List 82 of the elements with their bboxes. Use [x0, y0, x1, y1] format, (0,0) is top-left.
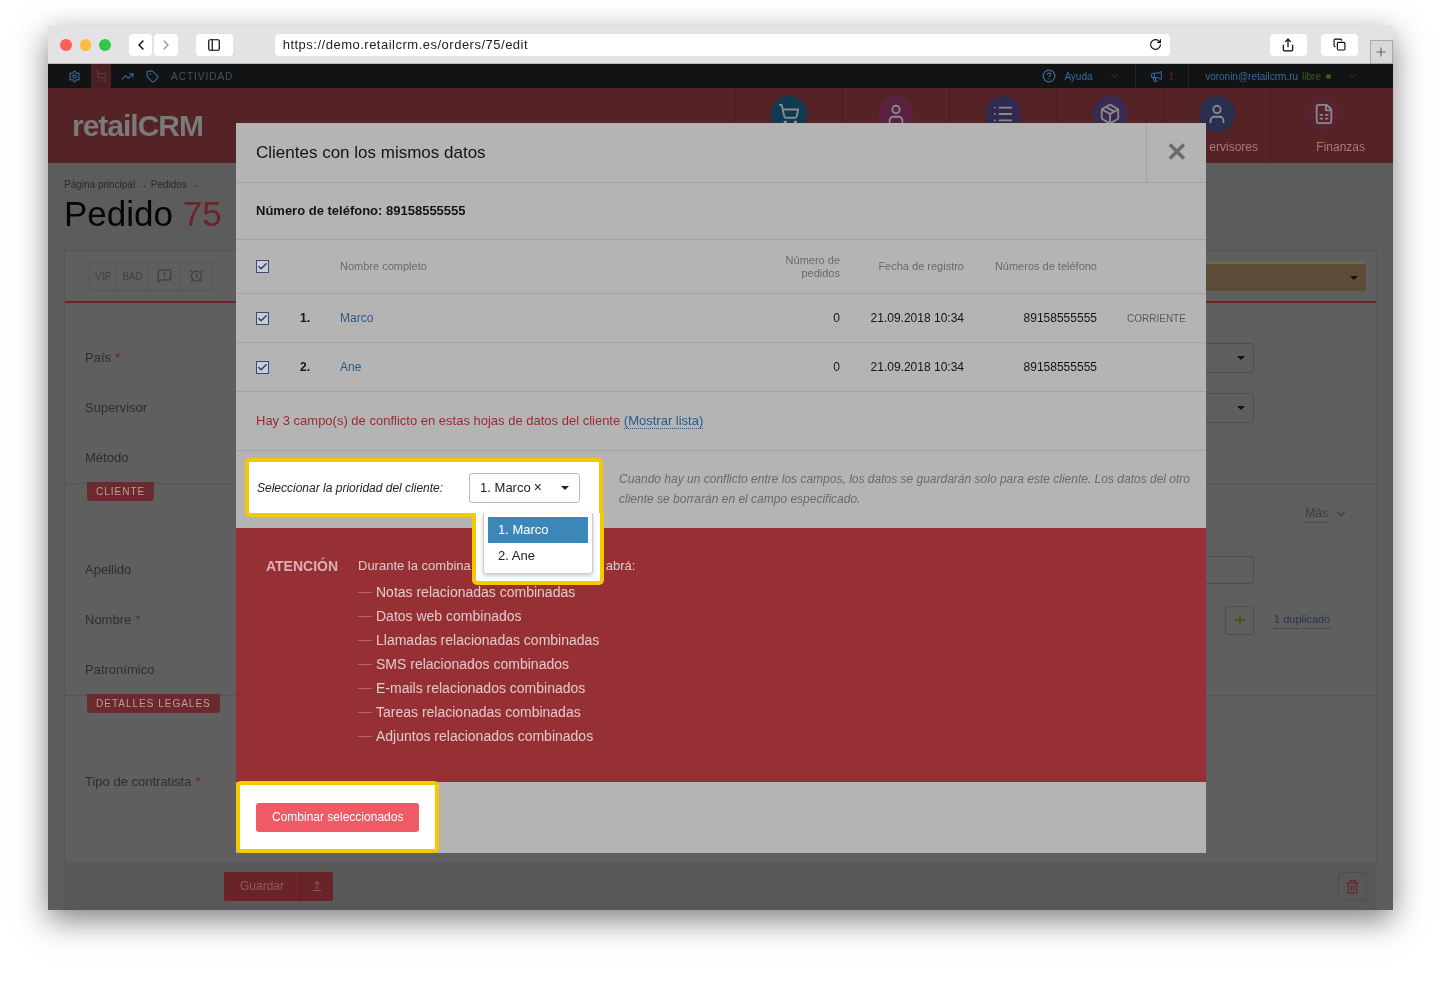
table-cell-text: 0	[832, 310, 840, 327]
table-cell-text: 21.09.2018 10:34	[869, 310, 964, 327]
list-dash	[358, 663, 372, 665]
client-link[interactable]: Marco	[340, 309, 374, 327]
table-cell-text: 89158555555	[1022, 359, 1097, 376]
attention-item: Tareas relacionadas combinadas	[376, 702, 581, 722]
attention-text: abrá:	[605, 557, 636, 575]
merge-button[interactable]: Combinar seleccionados	[256, 802, 420, 832]
dropdown-option[interactable]: 2. Ane	[488, 543, 588, 569]
new-tab-button[interactable]	[1369, 39, 1393, 64]
column-header: Números de teléfono	[993, 259, 1097, 275]
settings-icon[interactable]	[68, 69, 81, 83]
column-header: Nombre completo	[340, 259, 428, 275]
megaphone-icon[interactable]	[1149, 69, 1163, 83]
nav-tab[interactable]: Finanzas	[1270, 88, 1377, 163]
priority-select[interactable]: 1. Marco ×	[469, 472, 581, 503]
table-cell-text: 0	[832, 359, 840, 376]
upload-icon	[311, 880, 324, 892]
checkbox[interactable]	[256, 360, 269, 374]
share-button[interactable]	[1269, 33, 1307, 56]
sidebar-button[interactable]	[195, 33, 233, 56]
trash-icon	[1345, 878, 1360, 894]
sidebar-icon	[207, 37, 222, 52]
attention-text: Durante la combina	[358, 557, 471, 575]
plus-icon	[1231, 612, 1248, 628]
tag-icon[interactable]	[146, 69, 159, 83]
notification-count: 1	[1168, 69, 1175, 84]
attention-item: Adjuntos relacionados combinados	[376, 726, 594, 746]
list-dash	[358, 591, 372, 593]
page-title: Pedido 75	[64, 194, 222, 234]
reload-icon[interactable]	[1148, 38, 1162, 51]
clear-button[interactable]: ×	[533, 477, 542, 498]
column-header: Número de pedidos	[784, 253, 840, 280]
checkbox[interactable]	[256, 260, 269, 273]
attention-item: Notas relacionadas combinadas	[376, 582, 576, 602]
section-label: ACTIVIDAD	[171, 69, 234, 84]
plus-icon	[1374, 44, 1389, 59]
close-button[interactable]: ✕	[1146, 123, 1206, 182]
attention-item: Llamadas relacionadas combinadas	[376, 630, 600, 650]
conflict-note: Cuando hay un conflicto entre los campos, los datos se guardarán solo para este cliente. Los datos del otro cliente se borrarán en el campo especificado.	[619, 471, 1191, 508]
help-icon[interactable]	[1042, 69, 1057, 83]
help-link[interactable]: Ayuda	[1064, 68, 1093, 84]
required-mark: *	[115, 349, 121, 368]
list-dash	[358, 639, 372, 641]
client-link[interactable]: Ane	[340, 358, 362, 376]
person-icon	[1199, 96, 1235, 132]
priority-label: Seleccionar la prioridad del cliente:	[257, 479, 444, 497]
caret-icon	[561, 485, 570, 490]
table-cell-text: 89158555555	[1022, 310, 1097, 327]
show-list-link[interactable]: (Mostrar lista)	[623, 413, 704, 430]
plan-label: libre	[1302, 69, 1321, 84]
spreadsheet-icon	[1306, 96, 1342, 132]
share-icon	[1281, 37, 1296, 52]
list-dash	[358, 687, 372, 689]
attention-item: SMS relacionados combinados	[376, 654, 569, 674]
address-bar[interactable]: https://demo.retailcrm.es/orders/75/edit	[274, 33, 1170, 56]
list-dash	[358, 735, 372, 737]
dropdown-option[interactable]: 1. Marco	[488, 517, 588, 543]
checkbox[interactable]	[256, 311, 269, 325]
dialog-title: Clientes con los mismos datos	[255, 141, 487, 164]
tabs-button[interactable]	[1320, 33, 1358, 56]
row-number: 1.	[300, 310, 311, 327]
section-tag: CLIENTE	[87, 482, 155, 501]
column-header: Fecha de registro	[877, 259, 964, 275]
section-tag: DETALLES LEGALES	[87, 694, 220, 713]
list-dash	[358, 711, 372, 713]
logo[interactable]: retailCRM	[72, 103, 204, 148]
attention-item: E-mails relacionados combinados	[376, 678, 586, 698]
back-button[interactable]	[129, 33, 153, 56]
tabs-icon	[1332, 38, 1346, 51]
table-cell-text: 21.09.2018 10:34	[869, 359, 964, 376]
row-number: 2.	[300, 359, 311, 376]
conflict-message: Hay 3 campo(s) de conflicto en estas hojas de datos del cliente (Mostrar lista)	[256, 412, 704, 431]
current-label: CORRIENTE	[1127, 313, 1186, 324]
phone-label: Número de teléfono: 89158555555	[256, 202, 466, 221]
cart-icon	[95, 70, 107, 82]
required-mark: *	[195, 773, 201, 792]
user-email[interactable]: voronin@retailcrm.ru	[1205, 68, 1299, 84]
attention-title: ATENCIÓN	[266, 556, 340, 576]
list-dash	[358, 615, 372, 617]
required-mark: *	[135, 611, 141, 630]
attention-item: Datos web combinados	[376, 606, 522, 626]
